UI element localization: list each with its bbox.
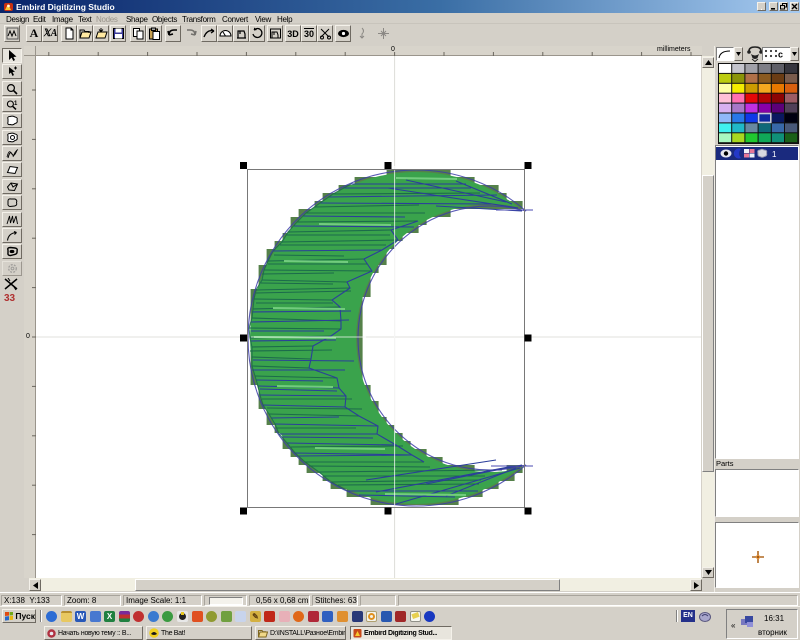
svg-text:1: 1 [14, 101, 18, 107]
svg-text:c: c [778, 50, 783, 60]
